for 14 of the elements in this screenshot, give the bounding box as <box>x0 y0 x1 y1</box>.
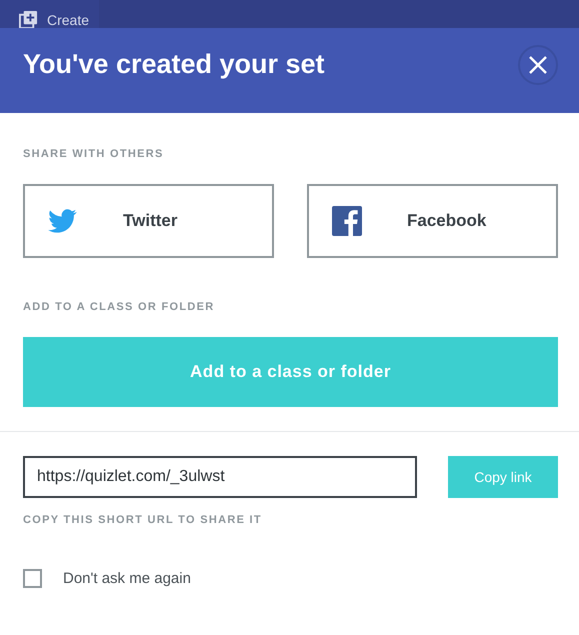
create-tab[interactable]: Create <box>0 0 100 28</box>
facebook-icon <box>332 206 362 236</box>
close-button[interactable] <box>518 44 558 84</box>
checkbox-label: Don't ask me again <box>63 570 191 587</box>
share-button[interactable]: Facebook <box>307 184 558 258</box>
section-label: ADD TO A CLASS OR FOLDER <box>23 301 216 313</box>
bird-icon <box>48 209 77 233</box>
close-icon <box>529 56 547 74</box>
section-label: SHARE WITH OTHERS <box>23 148 165 160</box>
dialog-title: You've created your set <box>23 49 325 80</box>
hint-text: COPY THIS SHORT URL TO SHARE IT <box>23 514 263 526</box>
checkbox[interactable] <box>23 569 42 588</box>
url-field[interactable]: https://quizlet.com/_3ulwst <box>23 456 417 498</box>
share-button[interactable]: Twitter <box>23 184 274 258</box>
